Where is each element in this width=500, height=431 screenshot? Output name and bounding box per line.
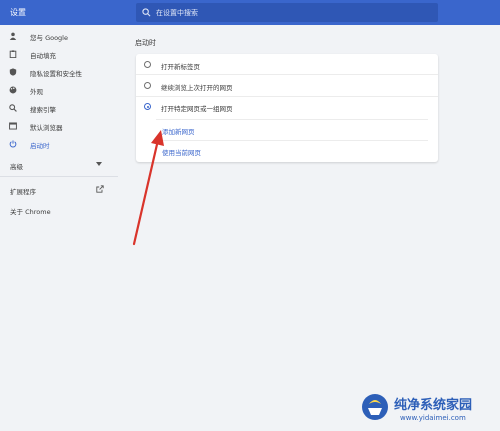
browser-icon — [9, 122, 17, 130]
search-icon — [142, 8, 151, 17]
sidebar-item-privacy[interactable]: 隐私设置和安全性 — [0, 64, 118, 81]
chevron-down-icon[interactable] — [96, 162, 102, 166]
sidebar-item-label: 搜索引擎 — [30, 106, 56, 114]
option-label: 打开新标签页 — [161, 63, 200, 71]
option-label: 打开特定网页或一组网页 — [161, 105, 233, 113]
sidebar-divider — [0, 176, 118, 177]
divider — [136, 96, 438, 97]
search-placeholder: 在设置中搜索 — [156, 9, 198, 17]
startup-options-card: 打开新标签页 继续浏览上次打开的网页 打开特定网页或一组网页 添加新网页 使用当… — [136, 54, 438, 162]
person-icon — [9, 32, 17, 40]
sidebar-item-appearance[interactable]: 外观 — [0, 82, 118, 99]
radio-continue-where-left[interactable] — [144, 82, 151, 89]
sidebar-item-default-browser[interactable]: 默认浏览器 — [0, 118, 118, 135]
sidebar-item-autofill[interactable]: 自动填充 — [0, 46, 118, 63]
sidebar-item-label: 隐私设置和安全性 — [30, 70, 82, 78]
sidebar: 您与 Google 自动填充 隐私设置和安全性 外观 搜索引擎 默认浏览器 启动… — [0, 25, 118, 431]
sidebar-about-chrome[interactable]: 关于 Chrome — [10, 206, 51, 216]
watermark-logo-icon — [362, 394, 388, 420]
sidebar-item-label: 自动填充 — [30, 52, 56, 60]
divider — [156, 119, 428, 120]
palette-icon — [9, 86, 17, 94]
divider — [156, 140, 428, 141]
watermark-title: 纯净系统家园 — [394, 398, 473, 413]
add-new-page-link[interactable]: 添加新网页 — [162, 126, 195, 136]
search-icon — [9, 104, 17, 112]
radio-open-specific-pages[interactable] — [144, 103, 151, 110]
sidebar-advanced[interactable]: 高级 — [10, 161, 23, 171]
shield-icon — [9, 68, 17, 76]
sidebar-item-you-and-google[interactable]: 您与 Google — [0, 28, 118, 45]
sidebar-item-label: 默认浏览器 — [30, 124, 63, 132]
sidebar-item-label: 外观 — [30, 88, 43, 96]
radio-new-tab[interactable] — [144, 61, 151, 68]
option-label: 继续浏览上次打开的网页 — [161, 84, 233, 92]
settings-search-input[interactable]: 在设置中搜索 — [136, 3, 438, 22]
sidebar-item-on-startup[interactable]: 启动时 — [0, 136, 118, 153]
external-link-icon[interactable] — [96, 185, 104, 193]
power-icon — [9, 140, 17, 148]
top-bar: 设置 在设置中搜索 — [0, 0, 500, 25]
sidebar-item-label: 您与 Google — [30, 34, 68, 42]
divider — [136, 74, 438, 75]
sidebar-extensions[interactable]: 扩展程序 — [10, 186, 36, 196]
sidebar-item-search-engine[interactable]: 搜索引擎 — [0, 100, 118, 117]
page-title: 设置 — [10, 8, 26, 17]
clipboard-icon — [9, 50, 17, 58]
use-current-pages-link[interactable]: 使用当前网页 — [162, 147, 201, 157]
section-title: 启动时 — [135, 39, 156, 47]
watermark-url: www.yidaimei.com — [400, 414, 466, 422]
sidebar-item-label: 启动时 — [30, 142, 50, 150]
watermark: 纯净系统家园 www.yidaimei.com — [360, 388, 496, 428]
